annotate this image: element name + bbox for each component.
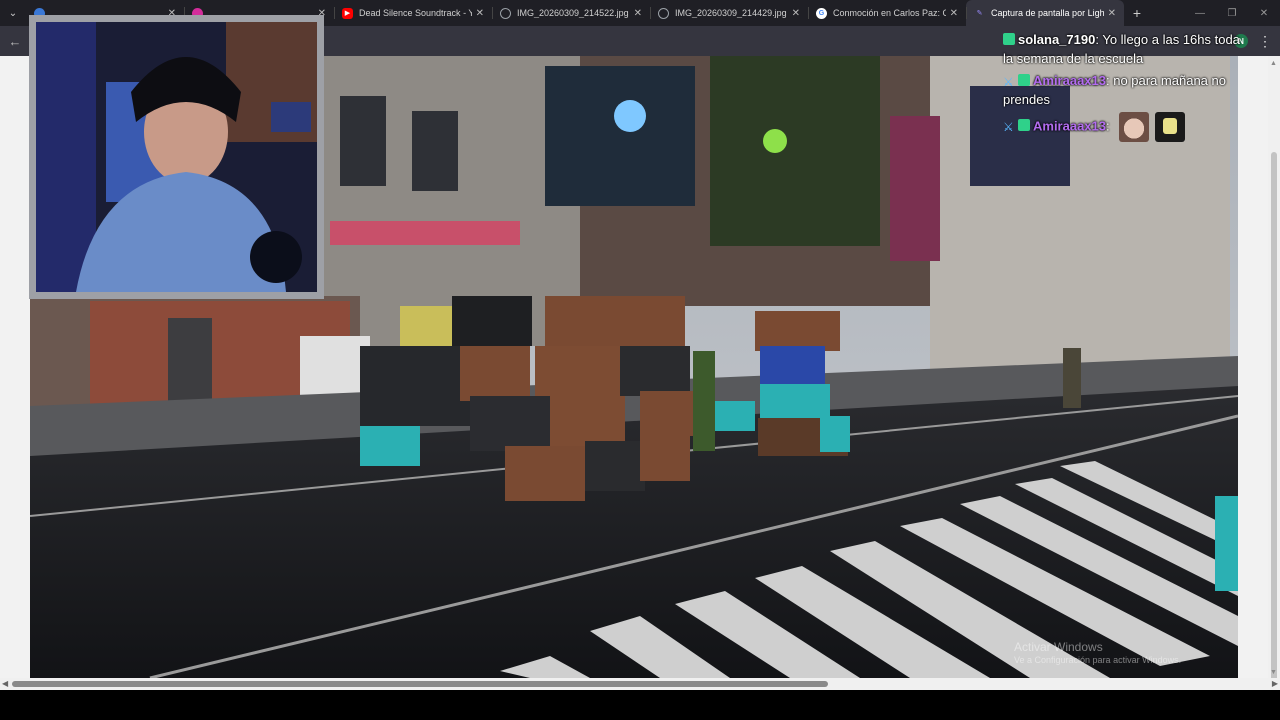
chat-colon: :: [1106, 118, 1110, 134]
chat-overlay: solana_7190: Yo llego a las 16hs toda la…: [1003, 30, 1243, 145]
window-controls: — ❐ ✕: [1184, 0, 1280, 26]
tab-title: IMG_20260309_214522.jpg (481: [517, 8, 630, 18]
scroll-up-arrow-icon[interactable]: ▲: [1270, 60, 1277, 67]
moderator-badge-icon: [1018, 74, 1030, 86]
close-window-icon[interactable]: ✕: [1248, 0, 1280, 26]
back-arrow-icon[interactable]: ←: [6, 32, 24, 50]
horizontal-scrollbar[interactable]: ◀ ▶: [0, 678, 1280, 690]
moderator-badge-icon: [1018, 119, 1030, 132]
browser-tab[interactable]: IMG_20260309_214522.jpg (481 ✕: [492, 0, 650, 26]
activate-windows-watermark: Activar Windows Ve a Configuración para …: [1014, 640, 1181, 666]
tab-search-chevron-icon[interactable]: ⌄: [0, 0, 26, 26]
feather-icon: ✎: [976, 10, 983, 17]
tab-close-icon[interactable]: ✕: [476, 8, 484, 19]
chat-username: solana_7190: [1018, 32, 1096, 47]
browser-tab[interactable]: G Conmoción en Carlos Paz: Cre ✕: [808, 0, 966, 26]
tab-close-icon[interactable]: ✕: [634, 8, 642, 19]
chat-message: solana_7190: Yo llego a las 16hs toda la…: [1003, 30, 1243, 68]
tab-title: Captura de pantalla por Lightsl: [991, 8, 1104, 18]
chat-username: Amiraaax13: [1033, 118, 1106, 134]
moderator-badge-icon: [1003, 33, 1015, 45]
watermark-subtitle: Ve a Configuración para activar Windows.: [1014, 655, 1182, 665]
minimize-icon[interactable]: —: [1184, 0, 1216, 26]
webcam-feed: [36, 22, 317, 292]
scroll-right-arrow-icon[interactable]: ▶: [1272, 679, 1278, 688]
tab-close-icon[interactable]: ✕: [1108, 8, 1116, 19]
browser-tab-active[interactable]: ✎ Captura de pantalla por Lightsl ✕: [966, 0, 1124, 26]
emote-face-icon: [1119, 112, 1150, 142]
youtube-icon: ▶: [342, 7, 353, 19]
tab-title: IMG_20260309_214429.jpg (481: [675, 8, 788, 18]
emote-block-icon: [1155, 112, 1186, 142]
scroll-left-arrow-icon[interactable]: ◀: [2, 679, 8, 688]
new-tab-plus-icon[interactable]: +: [1124, 5, 1150, 21]
kebab-menu-icon[interactable]: ⋮: [1258, 32, 1272, 50]
chat-username: Amiraaax13: [1033, 73, 1106, 88]
sword-badge-icon: ⚔: [1003, 120, 1014, 135]
sword-badge-icon: ⚔: [1003, 75, 1014, 89]
tab-title: Dead Silence Soundtrack - You: [359, 8, 472, 18]
chat-message: ⚔ Amiraaax13:: [1003, 112, 1243, 142]
globe-icon: [658, 7, 669, 19]
tab-close-icon[interactable]: ✕: [950, 8, 958, 19]
streamer-webcam-image: [36, 22, 317, 292]
globe-icon: [500, 7, 511, 19]
chat-message: ⚔ Amiraaax13: no para mañana no prendes: [1003, 71, 1243, 109]
maximize-icon[interactable]: ❐: [1216, 0, 1248, 26]
letterbox-bar: [0, 690, 1280, 720]
tab-title: Conmoción en Carlos Paz: Cre: [833, 8, 946, 18]
google-icon: G: [816, 7, 827, 19]
watermark-title: Activar Windows: [1014, 640, 1103, 654]
vertical-scroll-thumb[interactable]: [1271, 152, 1277, 712]
tab-close-icon[interactable]: ✕: [792, 8, 800, 19]
vertical-scrollbar[interactable]: ▲ ▼: [1268, 56, 1280, 712]
webcam-overlay: [29, 15, 324, 299]
scroll-down-arrow-icon[interactable]: ▼: [1270, 669, 1277, 676]
browser-tab[interactable]: ▶ Dead Silence Soundtrack - You ✕: [334, 0, 492, 26]
horizontal-scroll-thumb[interactable]: [12, 681, 828, 687]
browser-tab[interactable]: IMG_20260309_214429.jpg (481 ✕: [650, 0, 808, 26]
